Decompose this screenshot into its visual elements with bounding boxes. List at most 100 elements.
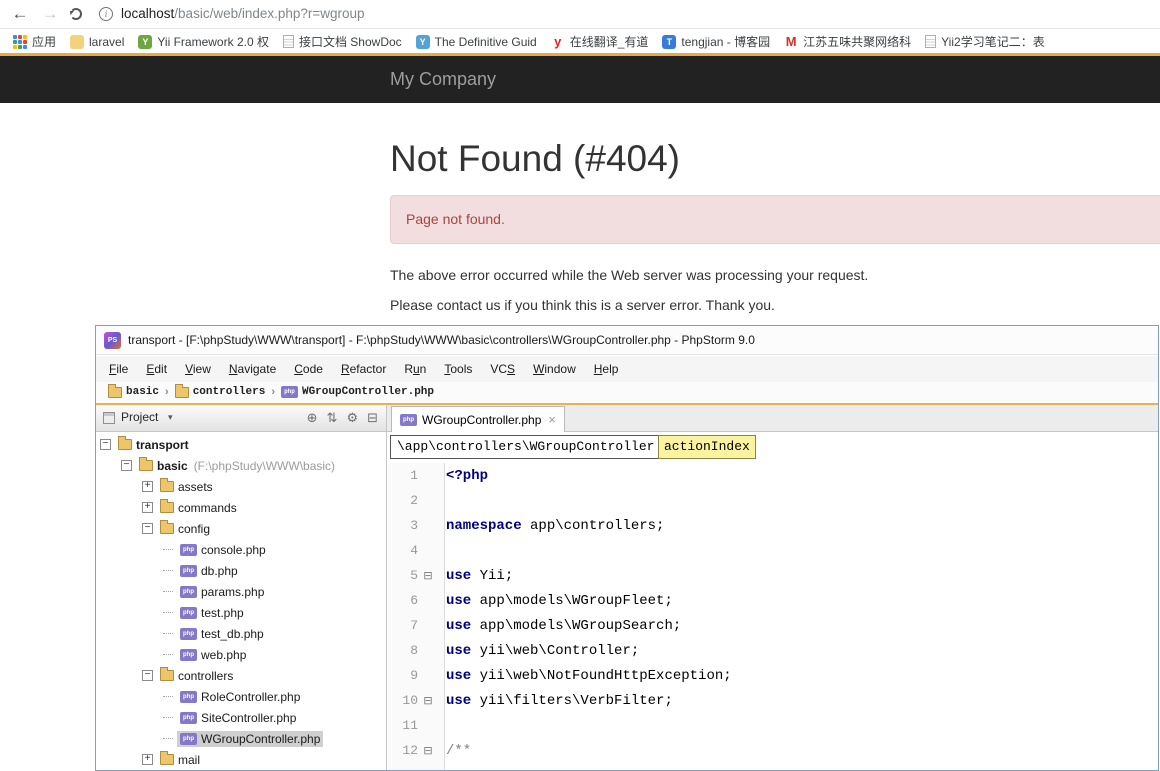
collapse-icon[interactable]: − (142, 670, 153, 681)
menu-run[interactable]: Run (395, 356, 435, 382)
tree-item-wgroupcontroller-php[interactable]: WGroupController.php (96, 728, 386, 749)
tree-item-content: test.php (177, 605, 247, 621)
project-panel-toolbar: ⊕ ⇅ ⚙ ⊟ (307, 405, 378, 431)
breadcrumb-item-basic[interactable]: basic (108, 383, 159, 398)
code-text: use app\models\WGroupFleet; (446, 593, 673, 609)
tree-item-label: basic (157, 458, 188, 473)
menu-vcs[interactable]: VCS (481, 356, 524, 382)
tree-connector (163, 612, 173, 613)
tree-item-test-db-php[interactable]: test_db.php (96, 623, 386, 644)
symbol-highlight-box[interactable]: actionIndex (658, 435, 756, 459)
folder-icon (108, 383, 122, 398)
navigation-path-box[interactable]: \app\controllers\WGroupController (390, 435, 662, 459)
menu-file[interactable]: File (100, 356, 137, 382)
collapse-all-icon[interactable]: ⇅ (327, 412, 338, 425)
breadcrumb-item-controllers[interactable]: controllers (174, 383, 265, 398)
line-number: 10 (402, 693, 418, 708)
bookmark-item[interactable]: laravel (65, 33, 133, 51)
refresh-icon[interactable] (70, 8, 82, 20)
bookmark-item[interactable]: Yii2学习笔记二：表 (920, 31, 1054, 52)
bookmark-label: tengjian - 博客园 (681, 35, 771, 49)
code-area[interactable]: 1 <?php 2 3 namespace app\controllers; 4 5 ⊟ use… (388, 463, 1158, 770)
tree-item-test-php[interactable]: test.php (96, 602, 386, 623)
fold-marker-icon[interactable]: ⊟ (418, 688, 438, 713)
code-text: use Yii; (446, 568, 514, 584)
breadcrumb: basic › controllers › WGroupController.php (96, 382, 1158, 402)
collapse-icon[interactable]: − (100, 439, 111, 450)
tree-item-label: params.php (201, 584, 265, 599)
project-tree[interactable]: − transport − basic (F:\phpStudy\WWW\basic) +… (96, 432, 387, 770)
tree-item-sitecontroller-php[interactable]: SiteController.php (96, 707, 386, 728)
menu-window[interactable]: Window (524, 356, 585, 382)
tree-item-rolecontroller-php[interactable]: RoleController.php (96, 686, 386, 707)
locate-icon[interactable]: ⊕ (307, 412, 318, 425)
breadcrumb-item-wgroupcontroller-php[interactable]: WGroupController.php (280, 386, 434, 398)
tree-item-assets[interactable]: + assets (96, 476, 386, 497)
editor-tab[interactable]: WGroupController.php × (391, 406, 565, 432)
folder-icon (160, 751, 174, 765)
line-number: 11 (402, 718, 418, 733)
chevron-down-icon[interactable]: ▾ (168, 405, 173, 430)
collapse-icon[interactable]: − (142, 523, 153, 534)
tree-item-db-php[interactable]: db.php (96, 560, 386, 581)
settings-gear-icon[interactable]: ⚙ (346, 412, 358, 425)
tree-item-label: db.php (201, 563, 238, 578)
code-line: 9 use yii\web\NotFoundHttpException; (388, 663, 1158, 688)
code-editor[interactable]: \app\controllers\WGroupController action… (388, 432, 1158, 770)
menu-code[interactable]: Code (285, 356, 332, 382)
bookmark-item[interactable]: Y Yii Framework 2.0 权 (133, 31, 278, 52)
tree-item-console-php[interactable]: console.php (96, 539, 386, 560)
forward-icon[interactable] (38, 2, 62, 26)
bookmark-item[interactable]: 接口文档 ShowDoc (278, 31, 411, 52)
tree-item-config[interactable]: − config (96, 518, 386, 539)
menu-tools[interactable]: Tools (435, 356, 481, 382)
folder-icon (160, 499, 174, 513)
tree-item-transport[interactable]: − transport (96, 434, 386, 455)
page-info-icon[interactable] (99, 7, 113, 21)
site-favicon-icon (70, 34, 85, 49)
breadcrumb-separator: › (165, 386, 169, 398)
fold-marker-icon[interactable]: ⊟ (418, 563, 438, 588)
tree-item-mail[interactable]: + mail (96, 749, 386, 770)
tree-item-params-php[interactable]: params.php (96, 581, 386, 602)
tree-item-content: RoleController.php (177, 689, 303, 705)
expand-icon[interactable]: + (142, 481, 153, 492)
bookmarks-bar: 应用 laravel Y Yii Framework 2.0 权 接口文档 ShowDo… (0, 30, 1160, 53)
bookmark-item[interactable]: y 在线翻译_有道 (546, 31, 658, 52)
menu-view[interactable]: View (176, 356, 220, 382)
project-panel-icon (103, 412, 115, 424)
tree-item-web-php[interactable]: web.php (96, 644, 386, 665)
tree-item-content: console.php (177, 542, 269, 558)
expand-icon[interactable]: + (142, 502, 153, 513)
tree-item-content: test_db.php (177, 626, 267, 642)
bookmark-item[interactable]: M 江苏五味共聚网络科 (779, 31, 920, 52)
code-text: /** (446, 743, 472, 759)
menu-navigate[interactable]: Navigate (220, 356, 285, 382)
fold-marker-icon[interactable]: ⊟ (418, 738, 438, 763)
site-favicon-icon: T (662, 34, 677, 49)
hide-panel-icon[interactable]: ⊟ (367, 412, 378, 425)
menu-help[interactable]: Help (585, 356, 628, 382)
close-icon[interactable]: × (548, 412, 556, 427)
ide-titlebar[interactable]: PS transport - [F:\phpStudy\WWW\transpor… (96, 326, 1158, 355)
tree-item-controllers[interactable]: − controllers (96, 665, 386, 686)
folder-icon (174, 383, 189, 398)
menu-edit[interactable]: Edit (137, 356, 176, 382)
brand-link[interactable]: My Company (390, 56, 496, 103)
collapse-icon[interactable]: − (121, 460, 132, 471)
expand-icon[interactable]: + (142, 754, 153, 765)
site-navbar: My Company (0, 56, 1160, 103)
tree-item-label: assets (178, 479, 213, 494)
tree-item-commands[interactable]: + commands (96, 497, 386, 518)
tree-item-basic[interactable]: − basic (F:\phpStudy\WWW\basic) (96, 455, 386, 476)
project-panel-header[interactable]: Project ▾ ⊕ ⇅ ⚙ ⊟ (96, 405, 387, 432)
bookmark-item[interactable]: Ttengjian - 博客园 (657, 31, 779, 52)
bookmark-item[interactable]: Y The Definitive Guid (411, 33, 546, 51)
php-file-icon (180, 564, 197, 577)
bookmark-item[interactable]: 应用 (8, 31, 65, 52)
code-text: use yii\web\NotFoundHttpException; (446, 668, 732, 684)
address-bar[interactable]: localhost/basic/web/index.php?r=wgroup (121, 0, 365, 28)
menu-refactor[interactable]: Refactor (332, 356, 395, 382)
page-title: Not Found (#404) (390, 138, 681, 179)
back-icon[interactable] (8, 2, 32, 26)
